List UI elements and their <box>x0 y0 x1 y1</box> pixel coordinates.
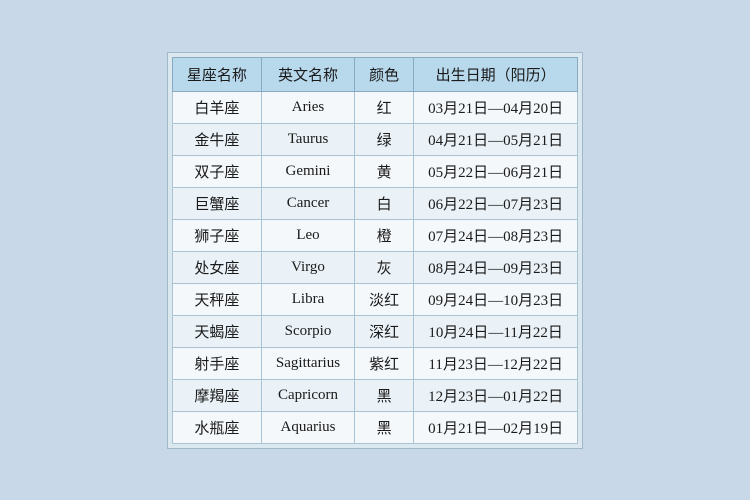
cell-dates: 07月24日—08月23日 <box>414 219 578 251</box>
cell-chinese-name: 摩羯座 <box>172 379 261 411</box>
cell-dates: 09月24日—10月23日 <box>414 283 578 315</box>
cell-dates: 06月22日—07月23日 <box>414 187 578 219</box>
table-row: 处女座Virgo灰08月24日—09月23日 <box>172 251 577 283</box>
cell-chinese-name: 狮子座 <box>172 219 261 251</box>
cell-color: 紫红 <box>355 347 414 379</box>
cell-english-name: Leo <box>261 219 354 251</box>
cell-chinese-name: 天秤座 <box>172 283 261 315</box>
cell-chinese-name: 双子座 <box>172 155 261 187</box>
cell-chinese-name: 天蝎座 <box>172 315 261 347</box>
cell-dates: 08月24日—09月23日 <box>414 251 578 283</box>
zodiac-table: 星座名称 英文名称 颜色 出生日期（阳历） 白羊座Aries红03月21日—04… <box>172 57 578 444</box>
cell-english-name: Aquarius <box>261 411 354 443</box>
cell-english-name: Aries <box>261 91 354 123</box>
cell-english-name: Taurus <box>261 123 354 155</box>
cell-dates: 04月21日—05月21日 <box>414 123 578 155</box>
cell-color: 黑 <box>355 411 414 443</box>
cell-chinese-name: 白羊座 <box>172 91 261 123</box>
header-dates: 出生日期（阳历） <box>414 57 578 91</box>
cell-english-name: Cancer <box>261 187 354 219</box>
table-row: 双子座Gemini黄05月22日—06月21日 <box>172 155 577 187</box>
table-row: 狮子座Leo橙07月24日—08月23日 <box>172 219 577 251</box>
cell-dates: 03月21日—04月20日 <box>414 91 578 123</box>
table-row: 巨蟹座Cancer白06月22日—07月23日 <box>172 187 577 219</box>
cell-dates: 12月23日—01月22日 <box>414 379 578 411</box>
cell-chinese-name: 射手座 <box>172 347 261 379</box>
cell-dates: 05月22日—06月21日 <box>414 155 578 187</box>
cell-chinese-name: 巨蟹座 <box>172 187 261 219</box>
cell-color: 深红 <box>355 315 414 347</box>
cell-dates: 11月23日—12月22日 <box>414 347 578 379</box>
cell-color: 白 <box>355 187 414 219</box>
cell-color: 灰 <box>355 251 414 283</box>
table-header-row: 星座名称 英文名称 颜色 出生日期（阳历） <box>172 57 577 91</box>
cell-chinese-name: 金牛座 <box>172 123 261 155</box>
table-row: 天蝎座Scorpio深红10月24日—11月22日 <box>172 315 577 347</box>
cell-color: 橙 <box>355 219 414 251</box>
cell-color: 红 <box>355 91 414 123</box>
table-row: 金牛座Taurus绿04月21日—05月21日 <box>172 123 577 155</box>
cell-english-name: Virgo <box>261 251 354 283</box>
cell-dates: 10月24日—11月22日 <box>414 315 578 347</box>
table-row: 射手座Sagittarius紫红11月23日—12月22日 <box>172 347 577 379</box>
cell-english-name: Libra <box>261 283 354 315</box>
zodiac-table-container: 星座名称 英文名称 颜色 出生日期（阳历） 白羊座Aries红03月21日—04… <box>167 52 583 449</box>
cell-english-name: Capricorn <box>261 379 354 411</box>
cell-chinese-name: 处女座 <box>172 251 261 283</box>
table-body: 白羊座Aries红03月21日—04月20日金牛座Taurus绿04月21日—0… <box>172 91 577 443</box>
cell-dates: 01月21日—02月19日 <box>414 411 578 443</box>
cell-english-name: Scorpio <box>261 315 354 347</box>
table-row: 天秤座Libra淡红09月24日—10月23日 <box>172 283 577 315</box>
cell-chinese-name: 水瓶座 <box>172 411 261 443</box>
table-row: 摩羯座Capricorn黑12月23日—01月22日 <box>172 379 577 411</box>
cell-color: 淡红 <box>355 283 414 315</box>
table-row: 水瓶座Aquarius黑01月21日—02月19日 <box>172 411 577 443</box>
cell-color: 黄 <box>355 155 414 187</box>
cell-color: 绿 <box>355 123 414 155</box>
table-row: 白羊座Aries红03月21日—04月20日 <box>172 91 577 123</box>
cell-color: 黑 <box>355 379 414 411</box>
header-color: 颜色 <box>355 57 414 91</box>
header-english-name: 英文名称 <box>261 57 354 91</box>
cell-english-name: Gemini <box>261 155 354 187</box>
cell-english-name: Sagittarius <box>261 347 354 379</box>
header-chinese-name: 星座名称 <box>172 57 261 91</box>
